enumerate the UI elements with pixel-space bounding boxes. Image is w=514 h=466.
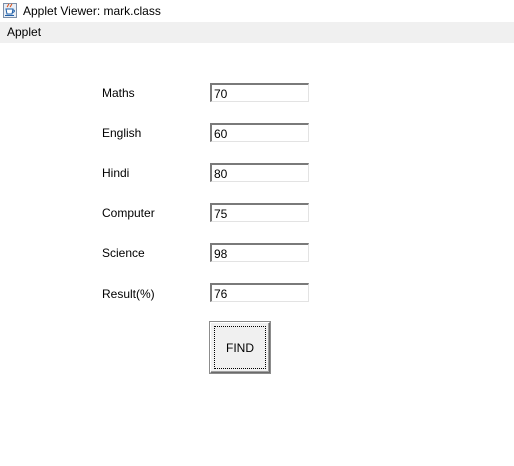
hindi-label: Hindi (102, 166, 130, 180)
english-label: English (102, 126, 142, 140)
menu-bar: Applet (0, 22, 514, 43)
computer-label: Computer (102, 206, 155, 220)
hindi-field[interactable] (210, 163, 309, 182)
result-label: Result(%) (102, 287, 155, 301)
find-button[interactable]: FIND (210, 322, 270, 373)
science-field[interactable] (210, 243, 309, 262)
computer-field[interactable] (210, 203, 309, 222)
maths-field[interactable] (210, 83, 309, 102)
maths-label: Maths (102, 86, 135, 100)
java-cup-icon (3, 3, 17, 18)
window-title: Applet Viewer: mark.class (23, 4, 161, 18)
menu-item-applet[interactable]: Applet (7, 25, 41, 39)
result-field[interactable] (210, 283, 309, 302)
science-label: Science (102, 246, 145, 260)
english-field[interactable] (210, 123, 309, 142)
title-bar: Applet Viewer: mark.class (0, 0, 514, 22)
focus-ring (214, 326, 266, 369)
